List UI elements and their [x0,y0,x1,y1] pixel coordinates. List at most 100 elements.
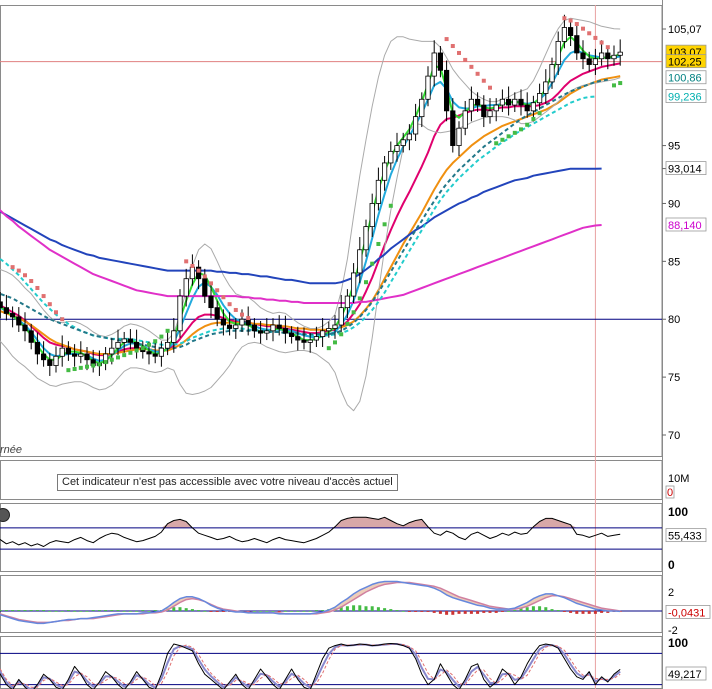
macd-histogram-bar [197,610,201,611]
price-tag: 93,014 [665,161,707,176]
macd-histogram-bar [395,610,399,611]
candle-body [406,133,413,141]
candle-body [295,336,301,341]
sar-dot [537,111,542,116]
volume-tag: 0 [665,485,675,499]
candle-body [319,330,326,337]
macd-histogram-bar [209,611,213,612]
macd-histogram-bar [23,610,27,611]
macd-histogram-bar [575,611,579,614]
price-tag-label: 88,140 [668,220,702,232]
sar-dot [209,281,213,286]
sar-dot [506,134,511,139]
candle-body [375,179,382,204]
candle-body [450,110,456,146]
macd-histogram-bar [600,611,604,613]
candle-body [233,324,239,329]
sar-dot [444,37,449,42]
candle-body [338,307,344,326]
candle-body [22,324,28,332]
sar-dot [370,261,375,266]
candle-body [369,203,375,228]
sar-dot [227,302,232,307]
sar-dot [519,127,523,132]
macd-histogram-bar [345,606,349,611]
candle-body [326,328,332,332]
macd-histogram-bar [85,611,89,612]
macd-histogram-bar [581,611,585,614]
candle-body [394,145,400,152]
macd-histogram-bar [97,610,101,611]
candle-body [115,341,121,349]
price-tag: 100,86 [665,70,707,85]
macd-histogram-bar [507,611,511,612]
macd-histogram-bar [178,607,182,611]
candle-body [208,295,214,309]
candle-body [177,295,183,332]
sar-dot [457,50,461,55]
macd-histogram-bar [54,611,58,612]
candle [177,289,183,338]
sar-dot [41,294,46,299]
sar-dot [221,295,226,300]
macd-histogram-bar [513,610,517,611]
macd-histogram-bar [215,611,219,612]
sar-dot [103,360,108,365]
sar-dot [23,273,27,278]
candle-body [388,150,394,164]
macd-histogram-bar [550,609,554,611]
candle-body [189,266,195,280]
rsi-tick-label: 0 [668,558,675,572]
macd-histogram-bar [147,611,151,612]
chart-canvas: 105,079593,0149085807570103,07102,25100,… [0,0,711,689]
candle-body [586,58,592,65]
price-tag: 99,236 [665,89,707,104]
sar-dot [91,363,96,368]
sar-dot [333,340,337,345]
price-tag: 102,25 [665,54,707,69]
candle-body [524,104,530,112]
macd-histogram-bar [538,606,542,611]
macd-histogram-bar [531,606,535,611]
macd-histogram-bar [426,611,430,612]
macd-histogram-bar [79,611,83,612]
macd-histogram-bar [556,610,560,611]
macd-histogram-bar [308,611,312,612]
candle-body [474,98,481,106]
candle-body [183,278,189,297]
candle-body [617,51,623,56]
macd-histogram-bar [352,605,356,611]
macd-histogram-bar [469,611,473,614]
candle-body [549,64,555,83]
candle-body [543,81,549,94]
macd-histogram-bar [370,606,374,611]
price-tag-label: 93,014 [668,164,702,176]
sar-dot [339,332,344,337]
candle-body [9,313,16,318]
candle-body [599,52,605,60]
rsi-tick-label: 100 [668,505,688,519]
macd-histogram-bar [252,611,256,612]
candle-body [65,347,71,355]
candle-body [84,353,90,361]
access-notice: Cet indicateur n'est pas accessible avec… [57,474,398,491]
sar-dot [47,302,52,307]
macd-histogram-bar [525,607,529,611]
candle-body [468,98,475,112]
macd-histogram-bar [110,610,114,611]
macd-histogram-bar [414,611,418,612]
candle-body [109,347,115,355]
sar-dot [351,310,356,315]
macd-histogram-bar [544,607,548,611]
macd-histogram-bar [141,610,145,611]
sar-dot [376,241,381,246]
candle-body [127,338,133,343]
sar-dot [568,18,573,23]
candle-body [400,139,406,146]
sar-dot [240,312,244,317]
sar-dot [35,285,40,290]
sar-dot [153,339,158,344]
sar-dot [512,130,517,135]
macd-tag-label: -0,0431 [668,607,705,619]
macd-histogram-bar [445,611,449,615]
